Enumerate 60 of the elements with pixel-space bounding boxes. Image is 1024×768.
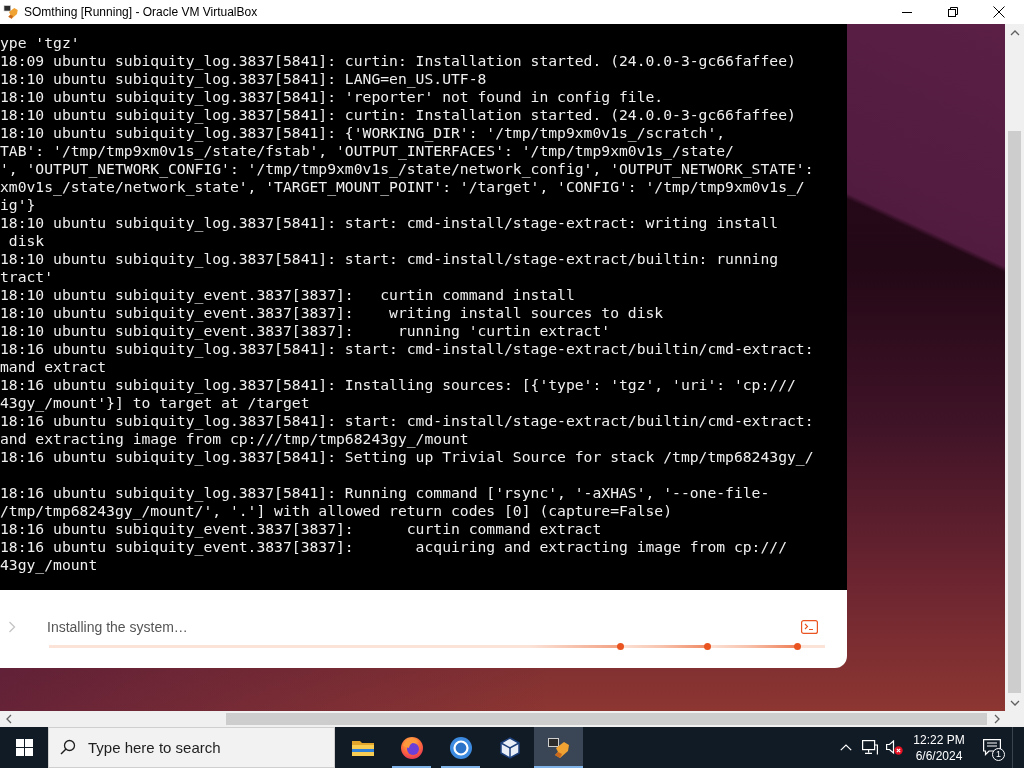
terminal-line: 18:10 ubuntu subiquity_event.3837[3837]: curtin command install <box>0 286 575 304</box>
terminal-line: TAB': '/tmp/tmp9xm0v1s_/state/fstab', 'OUTPUT_INTERFACES': '/tmp/tmp9xm0v1s_/state/ <box>0 142 734 160</box>
taskbar-app-button[interactable] <box>534 727 583 768</box>
terminal-line: disk <box>7 232 45 250</box>
terminal-line: ig'} <box>0 196 36 214</box>
terminal-line: 43gy_/mount'}] to target at /target <box>0 394 310 412</box>
terminal-line: 18:16 ubuntu subiquity_log.3837[5841]: Setting up Trivial Source for stack /tmp/tmp68243gy_/ <box>0 448 814 466</box>
terminal-line: 18:10 ubuntu subiquity_log.3837[5841]: start: cmd-install/stage-extract: writing install <box>0 214 779 232</box>
chevron-left-icon <box>4 714 13 724</box>
search-icon <box>60 739 76 755</box>
clock-date[interactable]: 6/6/2024 <box>915 747 963 764</box>
terminal-line: 18:16 ubuntu subiquity_log.3837[5841]: start: cmd-install/stage-extract/builtin/cmd-extract: <box>0 412 814 430</box>
terminal-line: 18:10 ubuntu subiquity_log.3837[5841]: start: cmd-install/stage-extract/builtin: running <box>0 250 779 268</box>
scrollbar-thumb[interactable] <box>1008 131 1021 693</box>
terminal-line: 18:10 ubuntu subiquity_event.3837[3837]: writing install sources to disk <box>0 304 664 322</box>
terminal-line: xm0v1s_/state/network_state', 'TARGET_MOUNT_POINT': '/target', 'CONFIG': '/tmp/tmp9xm0v1s_/ <box>0 178 805 196</box>
chevron-up-icon[interactable] <box>840 744 852 751</box>
install-status: Installing the system… <box>47 619 188 635</box>
terminal-line: 18:09 ubuntu subiquity_log.3837[5841]: curtin: Installation started. (24.0.0-3-gc66faffee) <box>0 52 796 70</box>
restore-icon <box>948 7 958 17</box>
window-title: SOmthing [Running] - Oracle VM VirtualBox <box>24 5 258 19</box>
terminal-line: 18:16 ubuntu subiquity_log.3837[5841]: Installing sources: [{'type': 'tgz', 'uri': 'cp:/// <box>0 376 796 394</box>
terminal-line: 18:16 ubuntu subiquity_log.3837[5841]: Running command ['rsync', '-aXHAS', '--one-file- <box>0 484 770 502</box>
terminal-line: 43gy_/mount <box>0 556 98 574</box>
notification-icon[interactable] <box>983 739 1001 756</box>
terminal-line: ', 'OUTPUT_NETWORK_CONFIG': '/tmp/tmp9xm0v1s_/state/network_config', 'OUTPUT_NETWORK_STATE': <box>0 160 814 178</box>
speaker-muted-icon[interactable] <box>885 740 903 755</box>
notification-badge: 1 <box>992 748 1005 761</box>
terminal-line: 18:16 ubuntu subiquity_event.3837[3837]: curtin command extract <box>0 520 602 538</box>
network-icon[interactable] <box>862 740 878 755</box>
minimize-icon <box>902 11 912 13</box>
terminal-line: 18:10 ubuntu subiquity_log.3837[5841]: LANG=en_US.UTF-8 <box>0 70 487 88</box>
close-icon <box>993 6 1005 18</box>
terminal-line: 18:10 ubuntu subiquity_log.3837[5841]: 'reporter' not found in config file. <box>0 88 664 106</box>
terminal-line: 18:16 ubuntu subiquity_log.3837[5841]: start: cmd-install/stage-extract/builtin/cmd-extract: <box>0 340 814 358</box>
terminal-icon[interactable] <box>801 620 818 634</box>
flame-globe-icon <box>399 735 424 760</box>
terminal-line: tract' <box>0 268 54 286</box>
monitor-cube-icon <box>3 4 19 20</box>
terminal-line: and extracting image from cp:///tmp/tmp68243gy_/mount <box>0 430 469 448</box>
terminal-line: 18:10 ubuntu subiquity_log.3837[5841]: curtin: Installation started. (24.0.0-3-gc66faffee) <box>0 106 796 124</box>
chevron-right-icon <box>992 714 1001 724</box>
windows-logo-icon <box>15 739 33 756</box>
clock-time[interactable]: 12:22 PM <box>913 731 965 748</box>
chevron-down-icon <box>1009 698 1020 707</box>
search-field[interactable]: Type here to search <box>48 727 335 768</box>
progress-dot-icon <box>704 643 712 650</box>
terminal-line: 18:10 ubuntu subiquity_log.3837[5841]: {'WORKING_DIR': '/tmp/tmp9xm0v1s_/scratch', <box>0 124 726 142</box>
terminal-line: /tmp/tmp68243gy_/mount/', '.'] with allowed return codes [0] (capture=False) <box>0 502 673 520</box>
terminal-line: mand extract <box>0 358 107 376</box>
ring-icon <box>448 735 473 760</box>
cube-icon <box>497 735 522 760</box>
monitor-cube-icon <box>546 735 571 760</box>
terminal-line: 18:16 ubuntu subiquity_event.3837[3837]: acquiring and extracting image from cp:/// <box>0 538 787 556</box>
progress-dot-icon <box>616 643 624 650</box>
chevron-up-icon <box>1009 28 1020 37</box>
progress-dot-icon <box>793 643 801 650</box>
terminal-line: ype 'tgz' <box>0 34 80 52</box>
scrollbar-thumb[interactable] <box>226 713 987 725</box>
terminal-line: 18:10 ubuntu subiquity_event.3837[3837]: running 'curtin extract' <box>0 322 611 340</box>
